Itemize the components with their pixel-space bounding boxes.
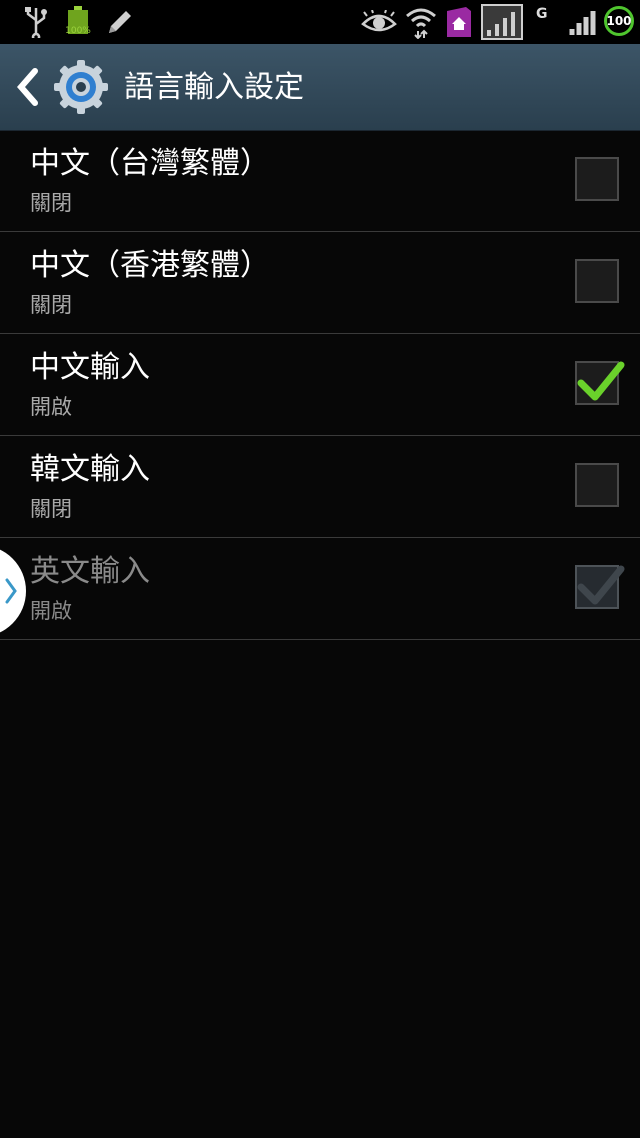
checkbox-checked-disabled	[575, 565, 625, 609]
back-button[interactable]	[10, 64, 46, 110]
action-bar: 語言輸入設定	[0, 44, 640, 131]
chevron-right-icon	[5, 578, 17, 604]
wifi-icon	[404, 4, 438, 40]
signal-icon	[568, 4, 600, 40]
item-status: 開啟	[30, 395, 72, 419]
item-label: 英文輸入	[30, 554, 150, 589]
checkbox-unchecked[interactable]	[575, 259, 619, 303]
language-list: 中文（台灣繁體） 關閉 中文（香港繁體） 關閉 中文輸入 開啟 韓文輸入 關閉 …	[0, 130, 640, 640]
battery-percent-text: 100%	[65, 26, 91, 36]
signal-box-icon	[480, 4, 524, 40]
gear-icon[interactable]	[52, 58, 110, 116]
item-status: 開啟	[30, 599, 72, 623]
home-icon	[446, 4, 472, 40]
network-type-text: G	[536, 6, 548, 22]
page-title: 語言輸入設定	[124, 70, 304, 105]
list-item-zh-hk[interactable]: 中文（香港繁體） 關閉	[0, 232, 640, 334]
pencil-icon	[104, 4, 136, 40]
usb-icon	[22, 4, 50, 40]
item-label: 中文輸入	[30, 350, 150, 385]
item-status: 關閉	[30, 497, 72, 521]
battery-level-badge: 100	[604, 6, 634, 36]
eye-icon	[360, 4, 398, 40]
checkbox-unchecked[interactable]	[575, 157, 619, 201]
item-label: 韓文輸入	[30, 452, 150, 487]
checkmark-icon	[577, 361, 625, 401]
checkmark-icon	[577, 565, 625, 605]
list-item-zh-tw[interactable]: 中文（台灣繁體） 關閉	[0, 130, 640, 232]
checkbox-unchecked[interactable]	[575, 463, 619, 507]
list-item-en-input: 英文輸入 開啟	[0, 538, 640, 640]
item-status: 關閉	[30, 191, 72, 215]
checkbox-checked[interactable]	[575, 361, 625, 405]
list-item-zh-input[interactable]: 中文輸入 開啟	[0, 334, 640, 436]
list-item-ko-input[interactable]: 韓文輸入 關閉	[0, 436, 640, 538]
item-label: 中文（台灣繁體）	[30, 146, 270, 181]
status-bar: 100% G 100	[0, 0, 640, 44]
item-status: 關閉	[30, 293, 72, 317]
item-label: 中文（香港繁體）	[30, 248, 270, 283]
chevron-left-icon	[17, 68, 38, 106]
